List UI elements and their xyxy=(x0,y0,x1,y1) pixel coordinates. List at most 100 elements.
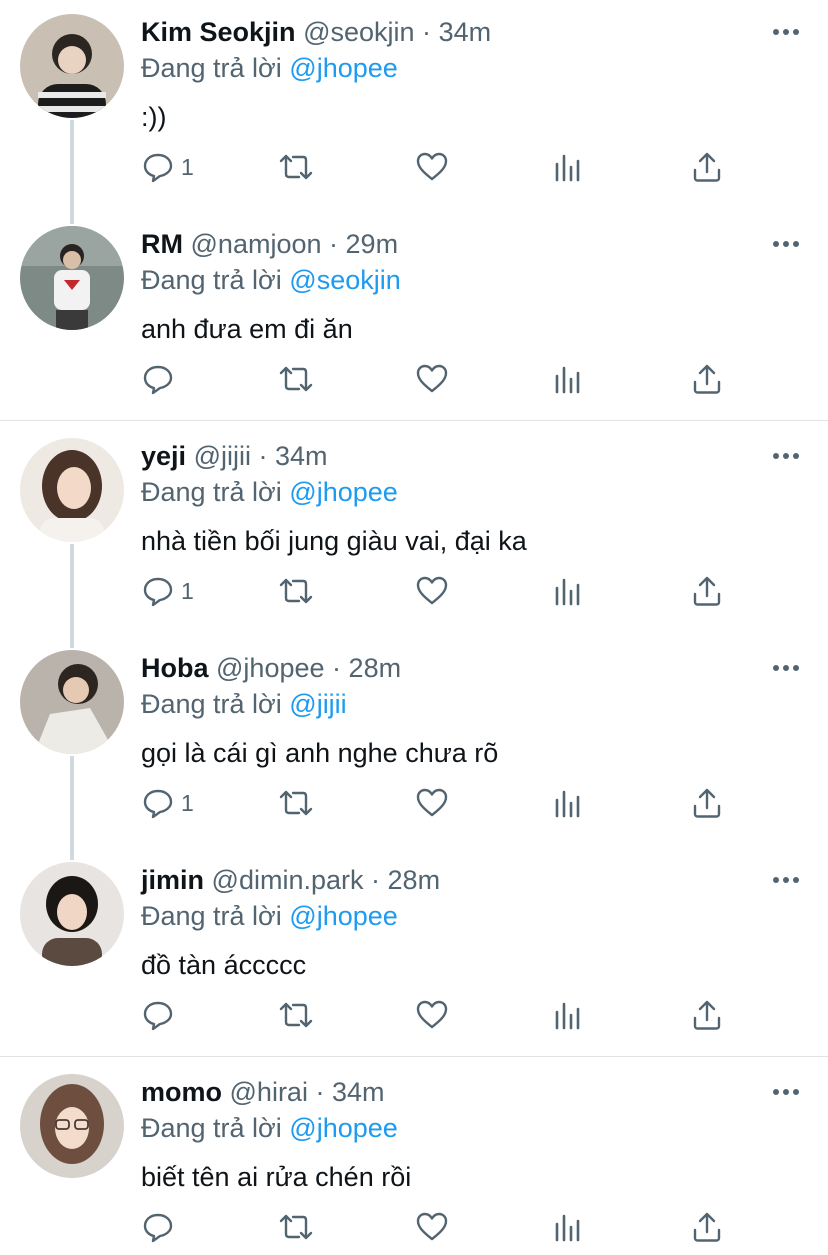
separator: · xyxy=(258,441,268,471)
like-icon xyxy=(416,788,448,817)
action-bar: 1 xyxy=(141,145,741,189)
replying-to: Đang trả lời @jhopee xyxy=(141,476,398,508)
share-icon xyxy=(693,152,721,182)
avatar[interactable] xyxy=(20,226,124,330)
timestamp[interactable]: 34m xyxy=(439,17,492,47)
user-handle[interactable]: @hirai xyxy=(230,1077,308,1107)
user-handle[interactable]: @dimin.park xyxy=(212,865,364,895)
stats-button[interactable] xyxy=(553,1205,583,1249)
display-name[interactable]: Kim Seokjin xyxy=(141,17,296,47)
action-bar xyxy=(141,357,741,401)
reply-button[interactable] xyxy=(141,357,181,401)
display-name[interactable]: Hoba xyxy=(141,653,209,683)
timestamp[interactable]: 34m xyxy=(332,1077,385,1107)
like-button[interactable] xyxy=(415,145,449,189)
tweet-text: nhà tiền bối jung giàu vai, đại ka xyxy=(141,526,527,556)
like-button[interactable] xyxy=(415,1205,449,1249)
mention-link[interactable]: @jhopee xyxy=(289,1113,398,1143)
tweet[interactable]: momo @hirai · 34m Đang trả lời @jhopee b… xyxy=(0,1060,828,1255)
share-button[interactable] xyxy=(691,569,723,613)
stats-button[interactable] xyxy=(553,145,583,189)
display-name[interactable]: jimin xyxy=(141,865,204,895)
avatar[interactable] xyxy=(20,438,124,542)
more-icon[interactable] xyxy=(770,658,802,678)
retweet-button[interactable] xyxy=(277,357,315,401)
retweet-button[interactable] xyxy=(277,569,315,613)
more-icon[interactable] xyxy=(770,870,802,890)
stats-button[interactable] xyxy=(553,781,583,825)
like-icon xyxy=(416,152,448,181)
share-button[interactable] xyxy=(691,781,723,825)
avatar[interactable] xyxy=(20,1074,124,1178)
tweet[interactable]: Hoba @jhopee · 28m Đang trả lời @jijii g… xyxy=(0,636,828,848)
like-button[interactable] xyxy=(415,357,449,401)
timestamp[interactable]: 34m xyxy=(275,441,328,471)
retweet-icon xyxy=(279,154,313,180)
avatar[interactable] xyxy=(20,14,124,118)
like-icon xyxy=(416,1212,448,1241)
tweet[interactable]: RM @namjoon · 29m Đang trả lời @seokjin … xyxy=(0,212,828,420)
reply-button[interactable]: 1 xyxy=(141,569,194,613)
like-button[interactable] xyxy=(415,781,449,825)
retweet-button[interactable] xyxy=(277,1205,315,1249)
avatar[interactable] xyxy=(20,650,124,754)
tweet-text: đồ tàn áccccc xyxy=(141,950,307,980)
avatar[interactable] xyxy=(20,862,124,966)
tweet-text: gọi là cái gì anh nghe chưa rõ xyxy=(141,738,499,768)
reply-button[interactable] xyxy=(141,993,181,1037)
reply-button[interactable]: 1 xyxy=(141,781,194,825)
more-icon[interactable] xyxy=(770,22,802,42)
display-name[interactable]: yeji xyxy=(141,441,186,471)
user-handle[interactable]: @jhopee xyxy=(216,653,325,683)
like-button[interactable] xyxy=(415,569,449,613)
tweet[interactable]: yeji @jijii · 34m Đang trả lời @jhopee n… xyxy=(0,424,828,636)
display-name[interactable]: RM xyxy=(141,229,183,259)
stats-button[interactable] xyxy=(553,357,583,401)
mention-link[interactable]: @seokjin xyxy=(289,265,400,295)
more-icon[interactable] xyxy=(770,1082,802,1102)
timestamp[interactable]: 29m xyxy=(346,229,399,259)
share-icon xyxy=(693,1000,721,1030)
retweet-button[interactable] xyxy=(277,993,315,1037)
user-handle[interactable]: @seokjin xyxy=(303,17,414,47)
reply-icon xyxy=(143,577,173,607)
replying-to-label: Đang trả lời xyxy=(141,477,282,507)
stats-button[interactable] xyxy=(553,569,583,613)
mention-link[interactable]: @jhopee xyxy=(289,477,398,507)
stats-icon xyxy=(555,790,580,818)
tweet-header: RM @namjoon · 29m xyxy=(141,228,398,260)
mention-link[interactable]: @jijii xyxy=(289,689,346,719)
user-handle[interactable]: @namjoon xyxy=(191,229,322,259)
stats-button[interactable] xyxy=(553,993,583,1037)
more-icon[interactable] xyxy=(770,234,802,254)
divider xyxy=(0,1056,828,1057)
mention-link[interactable]: @jhopee xyxy=(289,53,398,83)
retweet-button[interactable] xyxy=(277,781,315,825)
timestamp[interactable]: 28m xyxy=(349,653,402,683)
share-button[interactable] xyxy=(691,145,723,189)
mention-link[interactable]: @jhopee xyxy=(289,901,398,931)
tweet-header: momo @hirai · 34m xyxy=(141,1076,385,1108)
share-button[interactable] xyxy=(691,993,723,1037)
user-handle[interactable]: @jijii xyxy=(194,441,251,471)
replying-to: Đang trả lời @jhopee xyxy=(141,900,398,932)
replying-to: Đang trả lời @jhopee xyxy=(141,1112,398,1144)
stats-icon xyxy=(555,366,580,394)
timestamp[interactable]: 28m xyxy=(388,865,441,895)
reply-button[interactable] xyxy=(141,1205,181,1249)
retweet-icon xyxy=(279,1214,313,1240)
more-icon[interactable] xyxy=(770,446,802,466)
like-button[interactable] xyxy=(415,993,449,1037)
display-name[interactable]: momo xyxy=(141,1077,222,1107)
tweet[interactable]: Kim Seokjin @seokjin · 34m Đang trả lời … xyxy=(0,0,828,212)
tweet-header: Kim Seokjin @seokjin · 34m xyxy=(141,16,491,48)
replying-to: Đang trả lời @jhopee xyxy=(141,52,398,84)
reply-count: 1 xyxy=(181,789,194,816)
tweet[interactable]: jimin @dimin.park · 28m Đang trả lời @jh… xyxy=(0,848,828,1056)
share-button[interactable] xyxy=(691,357,723,401)
retweet-icon xyxy=(279,1002,313,1028)
retweet-button[interactable] xyxy=(277,145,315,189)
share-button[interactable] xyxy=(691,1205,723,1249)
action-bar: 1 xyxy=(141,781,741,825)
reply-button[interactable]: 1 xyxy=(141,145,194,189)
